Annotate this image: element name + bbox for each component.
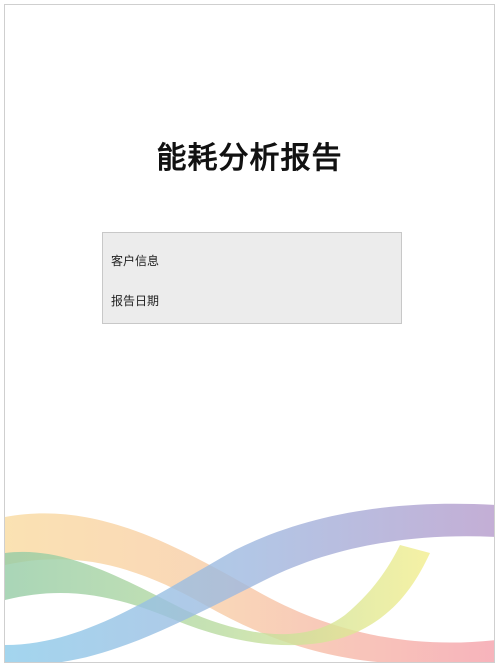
report-title: 能耗分析报告 <box>156 141 343 176</box>
report-date-label: 报告日期 <box>111 294 160 308</box>
report-info-box: 客户信息 报告日期 <box>102 232 402 324</box>
decorative-wave-banner <box>5 503 494 662</box>
customer-info-label: 客户信息 <box>111 254 160 268</box>
report-cover-page: 能耗分析报告 客户信息 报告日期 <box>4 4 495 663</box>
